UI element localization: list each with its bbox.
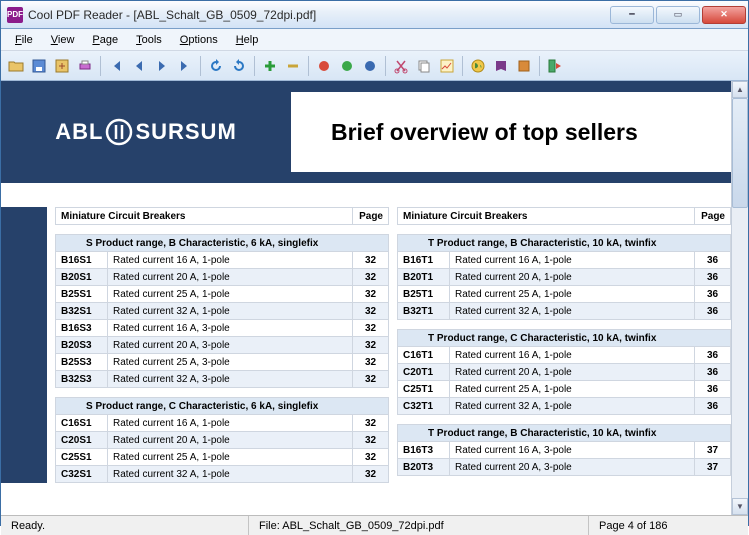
table-row: B32S1Rated current 32 A, 1-pole32 xyxy=(56,303,389,320)
menu-page[interactable]: Page xyxy=(84,31,126,49)
export-icon[interactable] xyxy=(51,55,73,77)
stop-icon[interactable] xyxy=(513,55,535,77)
vertical-scrollbar[interactable]: ▲ ▼ xyxy=(731,81,748,515)
minimize-button[interactable]: ━ xyxy=(610,6,654,24)
green-dot-icon[interactable] xyxy=(336,55,358,77)
table-row: C16S1Rated current 16 A, 1-pole32 xyxy=(56,415,389,432)
statusbar: Ready. File: ABL_Schalt_GB_0509_72dpi.pd… xyxy=(1,515,748,535)
red-dot-icon[interactable] xyxy=(313,55,335,77)
table-row: B16T3Rated current 16 A, 3-pole37 xyxy=(398,442,731,459)
table-row: B25S1Rated current 25 A, 1-pole32 xyxy=(56,286,389,303)
menu-help[interactable]: Help xyxy=(228,31,267,49)
table-row: C25T1Rated current 25 A, 1-pole36 xyxy=(398,381,731,398)
table-row: C32S1Rated current 32 A, 1-pole32 xyxy=(56,466,389,483)
maximize-button[interactable]: ▭ xyxy=(656,6,700,24)
close-button[interactable]: ✕ xyxy=(702,6,746,24)
copy-icon[interactable] xyxy=(413,55,435,77)
table-row: B20S3Rated current 20 A, 3-pole32 xyxy=(56,337,389,354)
table-row: B25S3Rated current 25 A, 3-pole32 xyxy=(56,354,389,371)
menu-view[interactable]: View xyxy=(43,31,83,49)
exit-icon[interactable] xyxy=(544,55,566,77)
logo: ABL SURSUM xyxy=(1,118,291,146)
toolbar xyxy=(1,51,748,81)
first-page-icon[interactable] xyxy=(105,55,127,77)
next-page-icon[interactable] xyxy=(151,55,173,77)
table-row: B16S1Rated current 16 A, 1-pole32 xyxy=(56,252,389,269)
page-heading: Brief overview of top sellers xyxy=(291,92,731,172)
scroll-thumb[interactable] xyxy=(732,98,748,208)
last-page-icon[interactable] xyxy=(174,55,196,77)
menu-options[interactable]: Options xyxy=(172,31,226,49)
open-icon[interactable] xyxy=(5,55,27,77)
zoom-out-icon[interactable] xyxy=(282,55,304,77)
table-left: Miniature Circuit BreakersPage S Product… xyxy=(55,207,389,483)
table-row: C16T1Rated current 16 A, 1-pole36 xyxy=(398,347,731,364)
table-row: B20T3Rated current 20 A, 3-pole37 xyxy=(398,459,731,476)
chart-icon[interactable] xyxy=(436,55,458,77)
scroll-up-icon[interactable]: ▲ xyxy=(732,81,748,98)
pdf-page: ABL SURSUM Brief overview of top sellers… xyxy=(1,81,731,483)
table-row: B20S1Rated current 20 A, 1-pole32 xyxy=(56,269,389,286)
menu-tools[interactable]: Tools xyxy=(128,31,170,49)
table-row: B16T1Rated current 16 A, 1-pole36 xyxy=(398,252,731,269)
table-row: B20T1Rated current 20 A, 1-pole36 xyxy=(398,269,731,286)
table-row: B16S3Rated current 16 A, 3-pole32 xyxy=(56,320,389,337)
print-icon[interactable] xyxy=(74,55,96,77)
titlebar: PDF Cool PDF Reader - [ABL_Schalt_GB_050… xyxy=(1,1,748,29)
rotate-right-icon[interactable] xyxy=(228,55,250,77)
table-row: C20S1Rated current 20 A, 1-pole32 xyxy=(56,432,389,449)
table-row: C25S1Rated current 25 A, 1-pole32 xyxy=(56,449,389,466)
globe-icon[interactable] xyxy=(467,55,489,77)
book-icon[interactable] xyxy=(490,55,512,77)
zoom-in-icon[interactable] xyxy=(259,55,281,77)
table-row: C32T1Rated current 32 A, 1-pole36 xyxy=(398,398,731,415)
cut-icon[interactable] xyxy=(390,55,412,77)
window-title: Cool PDF Reader - [ABL_Schalt_GB_0509_72… xyxy=(28,8,610,22)
save-icon[interactable] xyxy=(28,55,50,77)
table-right: Miniature Circuit BreakersPage T Product… xyxy=(397,207,731,476)
table-row: B25T1Rated current 25 A, 1-pole36 xyxy=(398,286,731,303)
app-icon: PDF xyxy=(7,7,23,23)
menu-file[interactable]: File xyxy=(7,31,41,49)
prev-page-icon[interactable] xyxy=(128,55,150,77)
table-row: B32S3Rated current 32 A, 3-pole32 xyxy=(56,371,389,388)
menubar: File View Page Tools Options Help xyxy=(1,29,748,51)
table-row: B32T1Rated current 32 A, 1-pole36 xyxy=(398,303,731,320)
rotate-left-icon[interactable] xyxy=(205,55,227,77)
scroll-down-icon[interactable]: ▼ xyxy=(732,498,748,515)
logo-icon xyxy=(105,118,133,146)
table-row: C20T1Rated current 20 A, 1-pole36 xyxy=(398,364,731,381)
content-area: ABL SURSUM Brief overview of top sellers… xyxy=(1,81,748,515)
blue-dot-icon[interactable] xyxy=(359,55,381,77)
